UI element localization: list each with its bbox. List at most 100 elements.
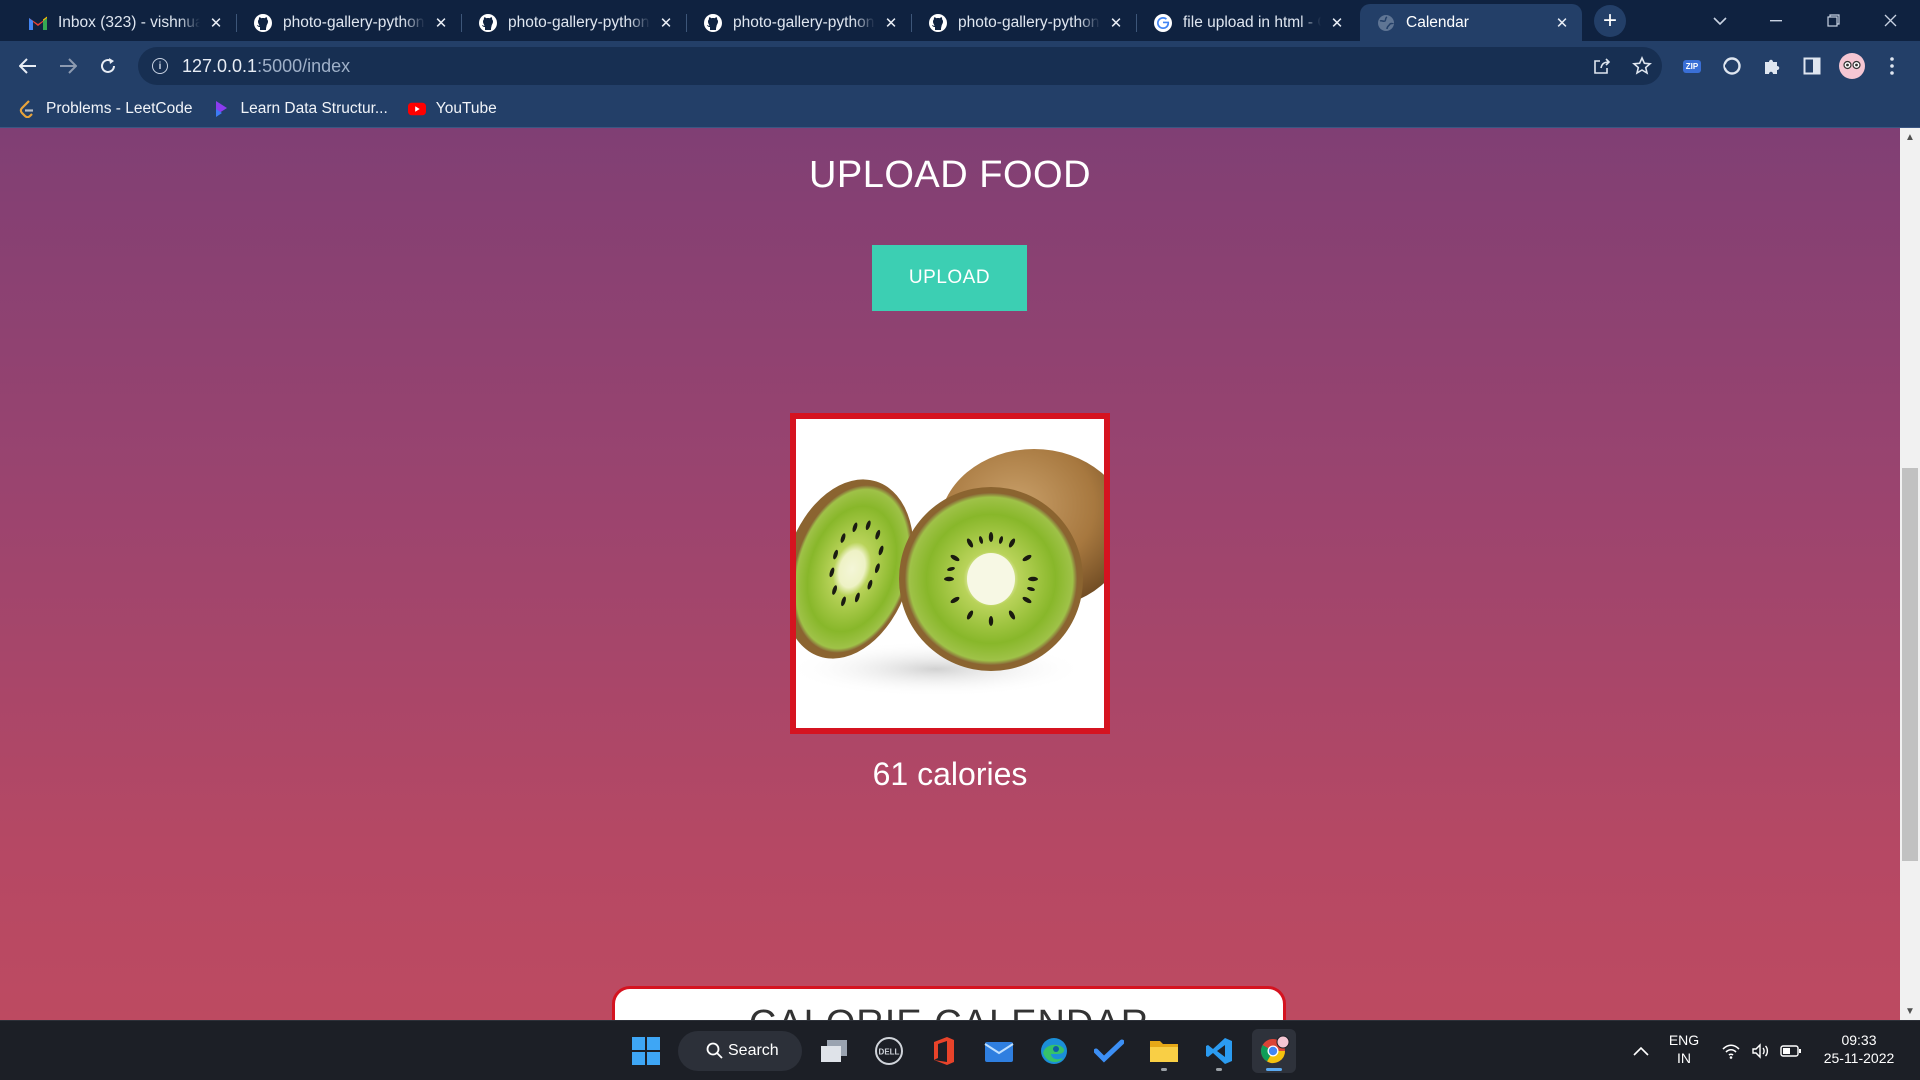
bookmark-learn-data-structures[interactable]: Learn Data Structur... [212,100,388,118]
mail-app[interactable] [977,1029,1021,1073]
github-icon [703,13,723,33]
minimize-button[interactable] [1748,0,1804,41]
show-hidden-icons-chevron-icon[interactable] [1630,1041,1652,1061]
kiwi-fruit-image [796,419,1104,728]
close-tab-icon[interactable]: ✕ [206,13,226,33]
github-icon [253,13,273,33]
github-icon [478,13,498,33]
share-icon[interactable] [1582,47,1622,85]
close-tab-icon[interactable]: ✕ [881,13,901,33]
upload-button[interactable]: UPLOAD [872,245,1027,311]
tab-google-search[interactable]: file upload in html - G ✕ [1137,4,1357,41]
volume-icon[interactable] [1750,1041,1772,1061]
clock-time: 09:33 [1841,1032,1877,1048]
restore-button[interactable] [1805,0,1861,41]
tab-strip: Inbox (323) - vishnua ✕ photo-gallery-py… [0,0,1920,41]
clock-date: 25-11-2022 [1823,1050,1895,1066]
profile-avatar[interactable] [1834,50,1870,82]
url-text: 127.0.0.1:5000/index [182,56,350,77]
checkmark-todo-icon [1094,1039,1124,1063]
tab-title: photo-gallery-python [733,13,875,31]
tab-github-3[interactable]: photo-gallery-python ✕ [687,4,911,41]
page-title: UPLOAD FOOD [808,154,1092,196]
gmail-icon [28,13,48,33]
chrome-app[interactable] [1252,1029,1296,1073]
region-code: IN [1677,1050,1691,1066]
tab-title: photo-gallery-python [283,13,425,31]
language-indicator[interactable]: ENG IN [1662,1031,1706,1067]
tab-title: photo-gallery-python [958,13,1100,31]
scroll-thumb[interactable] [1902,468,1918,861]
tab-gmail-inbox[interactable]: Inbox (323) - vishnua ✕ [12,4,236,41]
bookmark-youtube[interactable]: YouTube [407,100,497,118]
url-path: :5000/index [257,55,351,76]
tab-title: file upload in html - G [1183,13,1321,31]
task-view-button[interactable] [812,1029,856,1073]
start-button[interactable] [624,1029,668,1073]
close-tab-icon[interactable]: ✕ [431,13,451,33]
battery-icon[interactable] [1780,1041,1802,1061]
todo-app[interactable] [1087,1029,1131,1073]
page-scrollbar[interactable]: ▲ ▼ [1900,128,1920,1020]
windows-taskbar: Search DELL ENG IN 09:33 25-11-2022 [0,1020,1920,1080]
file-explorer-app[interactable] [1142,1029,1186,1073]
zip-extension-label: ZIP [1682,59,1702,73]
tab-github-1[interactable]: photo-gallery-python ✕ [237,4,461,41]
tab-github-4[interactable]: photo-gallery-python ✕ [912,4,1136,41]
bookmark-star-icon[interactable] [1622,47,1662,85]
extensions-puzzle-icon[interactable] [1754,50,1790,82]
url-host: 127.0.0.1 [182,55,258,76]
back-button[interactable] [12,50,44,82]
browser-menu-icon[interactable] [1874,50,1910,82]
site-info-icon[interactable]: i [152,58,168,74]
page-content: UPLOAD FOOD UPLOAD 61 calories [0,128,1900,1020]
tab-calendar[interactable]: Calendar ✕ [1360,4,1582,41]
globe-icon [1376,13,1396,33]
new-tab-button[interactable]: + [1594,5,1626,37]
wifi-icon[interactable] [1720,1041,1742,1061]
edge-app[interactable] [1032,1029,1076,1073]
vscode-app[interactable] [1197,1029,1241,1073]
tab-github-2[interactable]: photo-gallery-python ✕ [462,4,686,41]
extension-circle-icon[interactable] [1714,50,1750,82]
tab-search-chevron-icon[interactable] [1692,0,1748,41]
bookmark-leetcode[interactable]: Problems - LeetCode [18,100,192,118]
close-tab-icon[interactable]: ✕ [1552,13,1572,33]
zip-extension-icon[interactable]: ZIP [1674,50,1710,82]
edge-icon [1041,1038,1067,1064]
address-bar[interactable]: i 127.0.0.1:5000/index [138,47,1662,85]
calorie-calendar-card: CALORIE CALENDAR [612,986,1286,1020]
clock[interactable]: 09:33 25-11-2022 [1814,1031,1904,1067]
bookmarks-bar: Problems - LeetCode Learn Data Structur.… [0,91,1920,128]
office-app[interactable] [922,1029,966,1073]
close-tab-icon[interactable]: ✕ [656,13,676,33]
office-icon [934,1037,954,1065]
running-indicator [1216,1068,1222,1071]
running-indicator [1266,1068,1282,1071]
calendar-title: CALORIE CALENDAR [615,1003,1283,1020]
close-tab-icon[interactable]: ✕ [1106,13,1126,33]
task-view-icon [821,1040,847,1062]
vscode-icon [1206,1038,1232,1064]
taskbar-search[interactable]: Search [678,1031,802,1071]
side-panel-icon[interactable] [1794,50,1830,82]
language-code: ENG [1668,1032,1700,1048]
chrome-icon [1260,1035,1290,1064]
reload-button[interactable] [92,50,124,82]
tab-title: photo-gallery-python [508,13,650,31]
svg-text:DELL: DELL [879,1048,900,1057]
close-window-button[interactable] [1862,0,1918,41]
scroll-up-arrow-icon[interactable]: ▲ [1900,128,1920,146]
bookmark-label: Learn Data Structur... [240,100,388,117]
dell-app[interactable]: DELL [867,1029,911,1073]
scroll-down-arrow-icon[interactable]: ▼ [1900,1002,1920,1020]
tab-title: Inbox (323) - vishnua [58,13,200,31]
github-icon [928,13,948,33]
forward-button[interactable] [52,50,84,82]
tab-title: Calendar [1406,13,1469,31]
learn-icon [212,100,230,118]
calories-text: 61 calories [872,756,1028,792]
close-tab-icon[interactable]: ✕ [1327,13,1347,33]
windows-logo-icon [632,1037,660,1065]
bookmark-label: YouTube [435,100,497,117]
